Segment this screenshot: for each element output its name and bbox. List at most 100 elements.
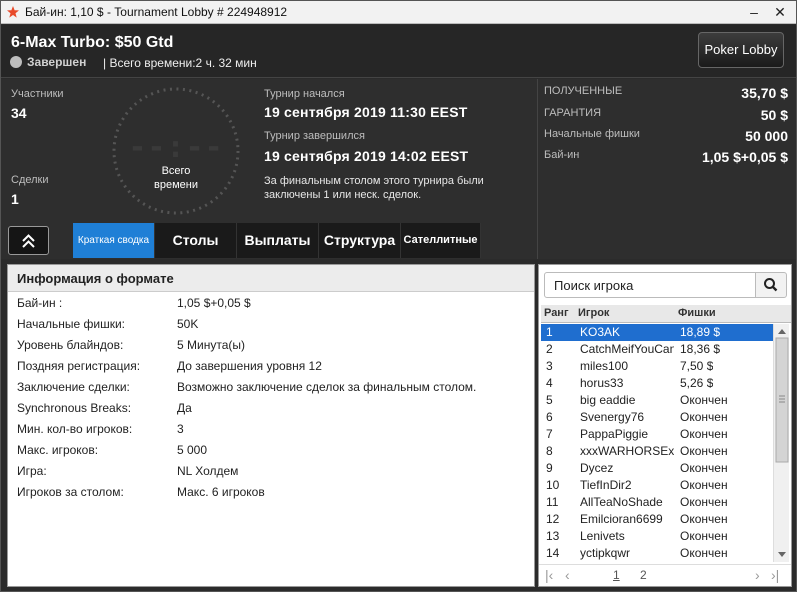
player-name: miles100 bbox=[580, 359, 629, 373]
deals-label: Сделки bbox=[11, 174, 49, 186]
format-row-label: Игроков за столом: bbox=[17, 485, 124, 499]
col-rank-header[interactable]: Ранг bbox=[544, 307, 569, 319]
poker-lobby-button[interactable]: Poker Lobby bbox=[698, 32, 784, 68]
player-rank: 9 bbox=[546, 461, 553, 475]
close-button[interactable]: ✕ bbox=[769, 3, 791, 21]
player-rank: 3 bbox=[546, 359, 553, 373]
player-rank: 2 bbox=[546, 342, 553, 356]
player-name: TiefInDir2 bbox=[580, 478, 632, 492]
format-info-panel: Информация о формате Бай-ин : 1,05 $+0,05… bbox=[7, 264, 535, 587]
player-rank: 7 bbox=[546, 427, 553, 441]
player-row[interactable]: 5 big eaddie Окончен bbox=[541, 392, 773, 409]
player-rank: 14 bbox=[546, 546, 560, 560]
search-button[interactable] bbox=[755, 272, 787, 298]
player-chips: Окончен bbox=[680, 546, 728, 560]
player-chips: Окончен bbox=[680, 393, 728, 407]
players-list: 1 KO3AK 18,89 $ 2 CatchMeifYouCan 18,36 $ 3 mil… bbox=[541, 324, 773, 562]
format-row-value: 1,05 $+0,05 $ bbox=[177, 296, 251, 310]
received-value: 35,70 $ bbox=[741, 85, 788, 101]
player-chips: Окончен bbox=[680, 444, 728, 458]
player-row[interactable]: 11 AllTeaNoShade Окончен bbox=[541, 494, 773, 511]
search-icon bbox=[764, 278, 778, 292]
clock-label: Всего времени bbox=[109, 164, 243, 192]
player-row[interactable]: 14 yctipkqwr Окончен bbox=[541, 545, 773, 562]
player-row[interactable]: 4 horus33 5,26 $ bbox=[541, 375, 773, 392]
player-name: horus33 bbox=[580, 376, 624, 390]
status-text: Завершен bbox=[27, 55, 87, 69]
player-rank: 13 bbox=[546, 529, 560, 543]
format-row-label: Мин. кол-во игроков: bbox=[17, 422, 133, 436]
format-row-label: Начальные фишки: bbox=[17, 317, 126, 331]
prev-page-icon[interactable]: ‹ bbox=[565, 567, 570, 583]
minimize-button[interactable]: – bbox=[743, 3, 765, 21]
tab-satellites[interactable]: Сателлитные bbox=[401, 223, 481, 258]
deals-value: 1 bbox=[11, 191, 19, 207]
page-2-link[interactable]: 2 bbox=[640, 568, 647, 582]
player-name: CatchMeifYouCan bbox=[580, 342, 674, 356]
tab-structure[interactable]: Структура bbox=[319, 223, 401, 258]
tab-summary[interactable]: Краткая сводка bbox=[73, 223, 155, 258]
format-row-value: 3 bbox=[177, 422, 184, 436]
title-bar: Бай-ин: 1,10 $ - Tournament Lobby # 2249… bbox=[1, 1, 796, 24]
player-chips: Окончен bbox=[680, 529, 728, 543]
player-row[interactable]: 10 TiefInDir2 Окончен bbox=[541, 477, 773, 494]
last-page-icon[interactable]: ›| bbox=[771, 567, 779, 583]
deal-note: За финальным столом этого турнира были з… bbox=[264, 175, 484, 201]
total-time-clock: --:-- Всего времени bbox=[109, 84, 243, 218]
player-rank: 8 bbox=[546, 444, 553, 458]
tab-payouts[interactable]: Выплаты bbox=[237, 223, 319, 258]
player-chips: Окончен bbox=[680, 427, 728, 441]
format-row-value: 5 000 bbox=[177, 443, 208, 457]
format-row-value: NL Холдем bbox=[177, 464, 239, 478]
players-pager: |‹ ‹ 1 2 › ›| bbox=[539, 564, 791, 586]
page-1-link[interactable]: 1 bbox=[613, 568, 620, 582]
player-chips: Окончен bbox=[680, 495, 728, 509]
format-row-value: 5 Минута(ы) bbox=[177, 338, 245, 352]
next-page-icon[interactable]: › bbox=[755, 567, 760, 583]
clock-label-line2: времени bbox=[154, 179, 198, 191]
player-chips: Окончен bbox=[680, 410, 728, 424]
player-chips: 7,50 $ bbox=[680, 359, 714, 373]
buyin-label: Бай-ин bbox=[544, 149, 580, 161]
player-row[interactable]: 6 Svenergy76 Окончен bbox=[541, 409, 773, 426]
player-rank: 1 bbox=[546, 325, 553, 339]
player-rank: 6 bbox=[546, 410, 553, 424]
format-row-value: Да bbox=[177, 401, 192, 415]
players-table-header: Ранг Игрок Фишки bbox=[541, 305, 791, 323]
player-row[interactable]: 2 CatchMeifYouCan 18,36 $ bbox=[541, 341, 773, 358]
started-label: Турнир начался bbox=[264, 88, 345, 100]
pokerstars-logo-icon bbox=[7, 6, 19, 18]
player-rank: 11 bbox=[546, 495, 559, 509]
player-name: AllTeaNoShade bbox=[580, 495, 663, 509]
received-label: ПОЛУЧЕННЫЕ bbox=[544, 85, 623, 97]
format-row-label: Макс. игроков: bbox=[17, 443, 99, 457]
ended-label: Турнир завершился bbox=[264, 130, 365, 142]
tournament-info-panel: Участники 34 Сделки 1 --:-- Всего времени… bbox=[1, 79, 796, 259]
player-row[interactable]: 12 Emilcioran6699 Окончен bbox=[541, 511, 773, 528]
starting-chips-value: 50 000 bbox=[745, 128, 788, 144]
guarantee-value: 50 $ bbox=[760, 107, 788, 123]
tab-tables[interactable]: Столы bbox=[155, 223, 237, 258]
buyin-value: 1,05 $+0,05 $ bbox=[701, 149, 788, 165]
collapse-button[interactable] bbox=[8, 226, 49, 255]
player-name: Dycez bbox=[580, 461, 614, 475]
player-row[interactable]: 13 Lenivets Окончен bbox=[541, 528, 773, 545]
col-chips-header[interactable]: Фишки bbox=[678, 307, 716, 319]
first-page-icon[interactable]: |‹ bbox=[545, 567, 553, 583]
participants-value: 34 bbox=[11, 105, 27, 121]
player-row[interactable]: 8 xxxWARHORSEx... Окончен bbox=[541, 443, 773, 460]
player-rank: 10 bbox=[546, 478, 560, 492]
player-search-input[interactable]: Поиск игрока bbox=[544, 272, 756, 298]
player-chips: Окончен bbox=[680, 512, 728, 526]
player-row[interactable]: 9 Dycez Окончен bbox=[541, 460, 773, 477]
col-player-header[interactable]: Игрок bbox=[578, 307, 609, 319]
player-row[interactable]: 7 PappaPiggie Окончен bbox=[541, 426, 773, 443]
player-row[interactable]: 1 KO3AK 18,89 $ bbox=[541, 324, 773, 341]
clock-label-line1: Всего bbox=[161, 165, 191, 177]
format-row-value: 50K bbox=[177, 317, 199, 331]
players-scrollbar[interactable] bbox=[773, 324, 789, 562]
player-rank: 12 bbox=[546, 512, 560, 526]
player-name: xxxWARHORSEx... bbox=[580, 444, 674, 458]
player-row[interactable]: 3 miles100 7,50 $ bbox=[541, 358, 773, 375]
scrollbar-graphic bbox=[775, 329, 789, 557]
